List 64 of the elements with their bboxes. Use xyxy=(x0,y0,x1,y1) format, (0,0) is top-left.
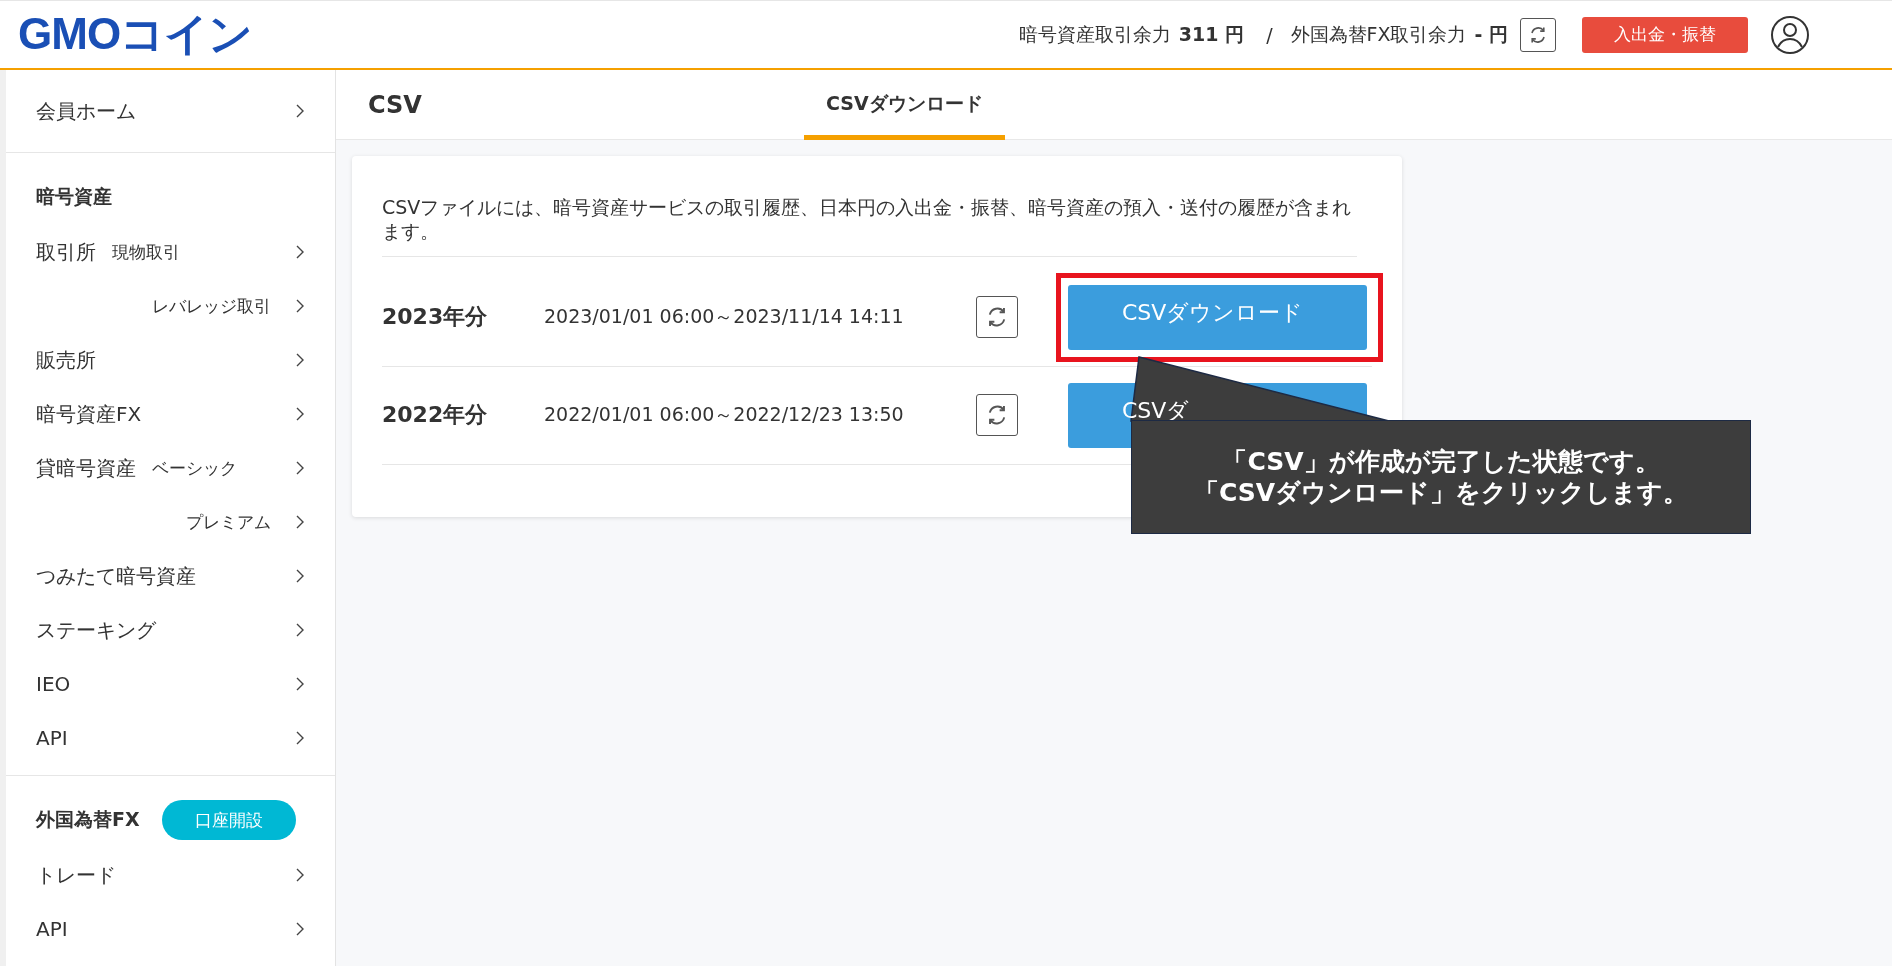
sidebar-item[interactable]: 取引所 現物取引 xyxy=(6,225,335,279)
item-label: ステーキング xyxy=(36,616,156,644)
refresh-button[interactable] xyxy=(1520,17,1556,52)
chevron-icon xyxy=(295,244,305,260)
item-sublabel: 現物取引 xyxy=(112,240,180,264)
sidebar-item[interactable]: トレード xyxy=(6,848,335,902)
item-label: 取引所 xyxy=(36,238,96,266)
balance-label: 外国為替FX取引余力 xyxy=(1290,21,1467,47)
separator: / xyxy=(1266,23,1273,46)
item-label: つみたて暗号資産 xyxy=(36,562,196,590)
item-label: 販売所 xyxy=(36,346,96,374)
item-sublabel: プレミアム xyxy=(186,510,271,534)
chevron-icon xyxy=(295,622,305,638)
chevron-icon xyxy=(295,460,305,476)
callout-text: 「CSV」が作成が完了した状態です。 xyxy=(1222,445,1660,477)
item-label: 会員ホーム xyxy=(36,97,136,125)
refresh-button[interactable] xyxy=(976,296,1018,338)
sidebar-item[interactable]: 販売所 xyxy=(6,333,335,387)
item-label: API xyxy=(36,917,68,941)
section-heading: 外国為替FX xyxy=(36,807,140,832)
user-icon[interactable] xyxy=(1770,14,1810,55)
year-label: 2022年分 xyxy=(382,401,489,429)
chevron-icon xyxy=(295,103,305,119)
chevron-icon xyxy=(295,352,305,368)
sidebar-item[interactable]: 貸暗号資産 ベーシック xyxy=(6,441,335,495)
item-sublabel: レバレッジ取引 xyxy=(152,294,271,318)
item-label: 貸暗号資産 xyxy=(36,454,136,482)
sidebar-item[interactable]: IEO xyxy=(6,657,335,711)
item-label: IEO xyxy=(36,672,71,696)
balance-value: - 円 xyxy=(1474,21,1508,47)
refresh-icon xyxy=(1528,24,1548,45)
sidebar-item[interactable]: つみたて暗号資産 xyxy=(6,549,335,603)
balance-value: 311 円 xyxy=(1178,21,1245,47)
sidebar-item[interactable]: レバレッジ取引 xyxy=(6,279,335,333)
deposit-button[interactable]: 入出金・振替 xyxy=(1582,16,1748,53)
date-range: 2022/01/01 06:00～2022/12/23 13:50 xyxy=(544,402,905,427)
description: CSVファイルには、暗号資産サービスの取引履歴、日本円の入出金・振替、暗号資産の預入・送付の履歴が含まれます。 xyxy=(382,196,1357,257)
tab[interactable]: CSVダウンロード xyxy=(804,69,1005,140)
sidebar-item[interactable]: API xyxy=(6,902,335,956)
chevron-icon xyxy=(295,921,305,937)
sidebar-item[interactable]: 会員ホーム xyxy=(6,70,335,152)
chevron-icon xyxy=(295,867,305,883)
date-range: 2023/01/01 06:00～2023/11/14 14:11 xyxy=(544,304,905,329)
item-sublabel: ベーシック xyxy=(152,456,237,480)
item-label: 暗号資産FX xyxy=(36,400,142,428)
chevron-icon xyxy=(295,406,305,422)
sidebar-item[interactable]: ステーキング xyxy=(6,603,335,657)
balance-label: 暗号資産取引余力 xyxy=(1018,21,1171,47)
chevron-icon xyxy=(295,568,305,584)
logo[interactable]: GMOコイン xyxy=(18,5,253,64)
section-heading: 暗号資産 xyxy=(36,184,112,209)
callout-text: 「CSVダウンロード」をクリックします。 xyxy=(1193,477,1689,509)
sidebar-item[interactable]: 暗号資産FX xyxy=(6,387,335,441)
chevron-icon xyxy=(295,676,305,692)
chevron-icon xyxy=(295,514,305,530)
refresh-button[interactable] xyxy=(976,394,1018,436)
page-title: CSV xyxy=(368,90,423,119)
chevron-icon xyxy=(295,730,305,746)
sidebar-item[interactable]: API xyxy=(6,711,335,765)
item-label: API xyxy=(36,726,68,750)
sidebar-item[interactable]: プレミアム xyxy=(6,495,335,549)
item-label: トレード xyxy=(36,861,116,889)
chevron-icon xyxy=(295,298,305,314)
year-label: 2023年分 xyxy=(382,303,489,331)
